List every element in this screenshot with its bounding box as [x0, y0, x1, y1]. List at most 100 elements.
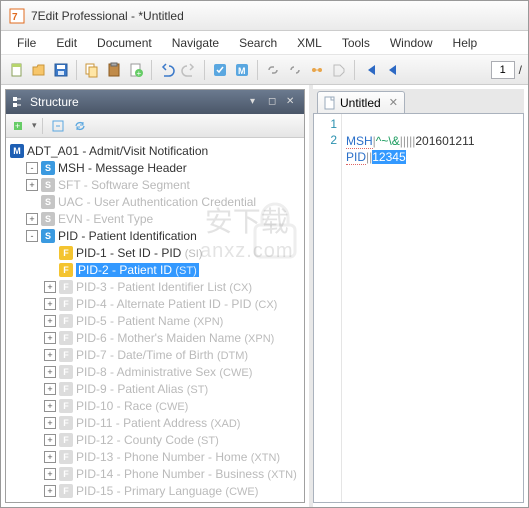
toolbar-separator: [151, 60, 152, 80]
tree-field[interactable]: +FPID-15 - Primary Language (CWE): [6, 482, 304, 499]
tree-field[interactable]: +FPID-6 - Mother's Maiden Name (XPN): [6, 329, 304, 346]
message-icon[interactable]: M: [232, 60, 252, 80]
tree-toggle-icon[interactable]: +: [44, 451, 56, 463]
tree-toggle-icon[interactable]: +: [44, 349, 56, 361]
toolbar-separator: [204, 60, 205, 80]
panel-min-icon[interactable]: ◻: [268, 96, 280, 108]
tree[interactable]: M ADT_A01 - Admit/Visit Notification -SM…: [6, 138, 304, 502]
tree-toggle-icon[interactable]: +: [44, 332, 56, 344]
expand-all-icon[interactable]: [48, 116, 68, 136]
tree-field[interactable]: +FPID-7 - Date/Time of Birth (DTM): [6, 346, 304, 363]
segment-icon: S: [41, 229, 55, 243]
tree-toggle-icon[interactable]: +: [44, 485, 56, 497]
code-area[interactable]: MSH|^~\&|||||201601211 PID||12345: [342, 114, 523, 502]
tree-field[interactable]: +FPID-10 - Race (CWE): [6, 397, 304, 414]
tree-root-label: ADT_A01 - Admit/Visit Notification: [27, 144, 208, 158]
tree-toggle-icon[interactable]: +: [44, 400, 56, 412]
editor-tab[interactable]: Untitled ✕: [317, 91, 405, 113]
toolbar-separator: [354, 60, 355, 80]
tree-toggle-icon[interactable]: +: [26, 179, 38, 191]
menu-bar: File Edit Document Navigate Search XML T…: [1, 31, 528, 55]
nav-first-icon[interactable]: [360, 60, 380, 80]
menu-help[interactable]: Help: [445, 34, 486, 52]
tree-field[interactable]: +FPID-14 - Phone Number - Business (XTN): [6, 465, 304, 482]
tag-icon[interactable]: [329, 60, 349, 80]
tree-field[interactable]: +FPID-12 - County Code (ST): [6, 431, 304, 448]
svg-text:+: +: [15, 121, 20, 131]
tree-label: EVN - Event Type: [58, 212, 153, 226]
refresh-icon[interactable]: [70, 116, 90, 136]
structure-header: Structure ▾ ◻ ✕: [6, 90, 304, 114]
tree-toggle-icon[interactable]: +: [44, 298, 56, 310]
tab-label: Untitled: [340, 96, 381, 110]
validate-icon[interactable]: [210, 60, 230, 80]
panel-menu-icon[interactable]: ▾: [250, 96, 262, 108]
tree-toggle-icon[interactable]: +: [44, 468, 56, 480]
undo-icon[interactable]: [157, 60, 177, 80]
tree-field[interactable]: FPID-2 - Patient ID (ST): [6, 261, 304, 278]
tree-segment[interactable]: SUAC - User Authentication Credential: [6, 193, 304, 210]
copy-icon[interactable]: [82, 60, 102, 80]
link-icon[interactable]: [263, 60, 283, 80]
tree-toggle-icon[interactable]: +: [44, 383, 56, 395]
tree-toggle-icon[interactable]: -: [26, 230, 38, 242]
tree-toggle-icon[interactable]: +: [44, 281, 56, 293]
tree-root[interactable]: M ADT_A01 - Admit/Visit Notification: [6, 142, 304, 159]
tree-field[interactable]: +FPID-9 - Patient Alias (ST): [6, 380, 304, 397]
tree-segment[interactable]: -SPID - Patient Identification: [6, 227, 304, 244]
tree-segment[interactable]: +SSFT - Software Segment: [6, 176, 304, 193]
connect-icon[interactable]: [307, 60, 327, 80]
dropdown-icon[interactable]: ▾: [32, 120, 37, 131]
tree-field[interactable]: +FPID-11 - Patient Address (XAD): [6, 414, 304, 431]
tree-toggle-icon[interactable]: +: [44, 315, 56, 327]
panel-close-icon[interactable]: ✕: [286, 96, 298, 108]
menu-xml[interactable]: XML: [289, 34, 330, 52]
tree-add-icon[interactable]: +: [10, 116, 30, 136]
tree-field[interactable]: FPID-1 - Set ID - PID (SI): [6, 244, 304, 261]
menu-file[interactable]: File: [9, 34, 44, 52]
nav-prev-icon[interactable]: [382, 60, 402, 80]
tree-label: PID-7 - Date/Time of Birth (DTM): [76, 348, 248, 362]
close-icon[interactable]: ✕: [389, 96, 398, 109]
svg-text:M: M: [238, 66, 246, 76]
unlink-icon[interactable]: [285, 60, 305, 80]
menu-document[interactable]: Document: [89, 34, 160, 52]
redo-icon[interactable]: [179, 60, 199, 80]
tree-field[interactable]: +FPID-5 - Patient Name (XPN): [6, 312, 304, 329]
tree-toggle-icon[interactable]: -: [26, 162, 38, 174]
tree-toggle-icon: [26, 196, 38, 208]
menu-search[interactable]: Search: [231, 34, 285, 52]
new-doc-icon[interactable]: +: [126, 60, 146, 80]
tree-label: PID-4 - Alternate Patient ID - PID (CX): [76, 297, 277, 311]
field-icon: F: [59, 484, 73, 498]
tree-field[interactable]: +FPID-3 - Patient Identifier List (CX): [6, 278, 304, 295]
menu-edit[interactable]: Edit: [48, 34, 85, 52]
field-icon: F: [59, 246, 73, 260]
new-file-icon[interactable]: [7, 60, 27, 80]
page-input[interactable]: [491, 61, 515, 79]
open-file-icon[interactable]: [29, 60, 49, 80]
tree-toggle-icon[interactable]: +: [44, 366, 56, 378]
save-icon[interactable]: [51, 60, 71, 80]
editor-body[interactable]: 1 2 MSH|^~\&|||||201601211 PID||12345: [313, 113, 524, 503]
toolbar-separator: [76, 60, 77, 80]
tree-field[interactable]: +FPID-13 - Phone Number - Home (XTN): [6, 448, 304, 465]
tree-segment[interactable]: -SMSH - Message Header: [6, 159, 304, 176]
editor-panel: Untitled ✕ 1 2 MSH|^~\&|||||201601211 PI…: [313, 89, 524, 503]
field-icon: F: [59, 365, 73, 379]
paste-icon[interactable]: [104, 60, 124, 80]
tree-label: PID-13 - Phone Number - Home (XTN): [76, 450, 280, 464]
tree-label: UAC - User Authentication Credential: [58, 195, 256, 209]
tree-toggle-icon[interactable]: +: [44, 434, 56, 446]
tree-field[interactable]: +FPID-4 - Alternate Patient ID - PID (CX…: [6, 295, 304, 312]
tree-segment[interactable]: +SEVN - Event Type: [6, 210, 304, 227]
menu-tools[interactable]: Tools: [334, 34, 378, 52]
svg-text:+: +: [137, 69, 142, 78]
menu-navigate[interactable]: Navigate: [164, 34, 227, 52]
tree-toggle-icon[interactable]: +: [26, 213, 38, 225]
line-gutter: 1 2: [314, 114, 342, 502]
tree-field[interactable]: +FPID-8 - Administrative Sex (CWE): [6, 363, 304, 380]
tree-label: MSH - Message Header: [58, 161, 187, 175]
tree-toggle-icon[interactable]: +: [44, 417, 56, 429]
menu-window[interactable]: Window: [382, 34, 441, 52]
